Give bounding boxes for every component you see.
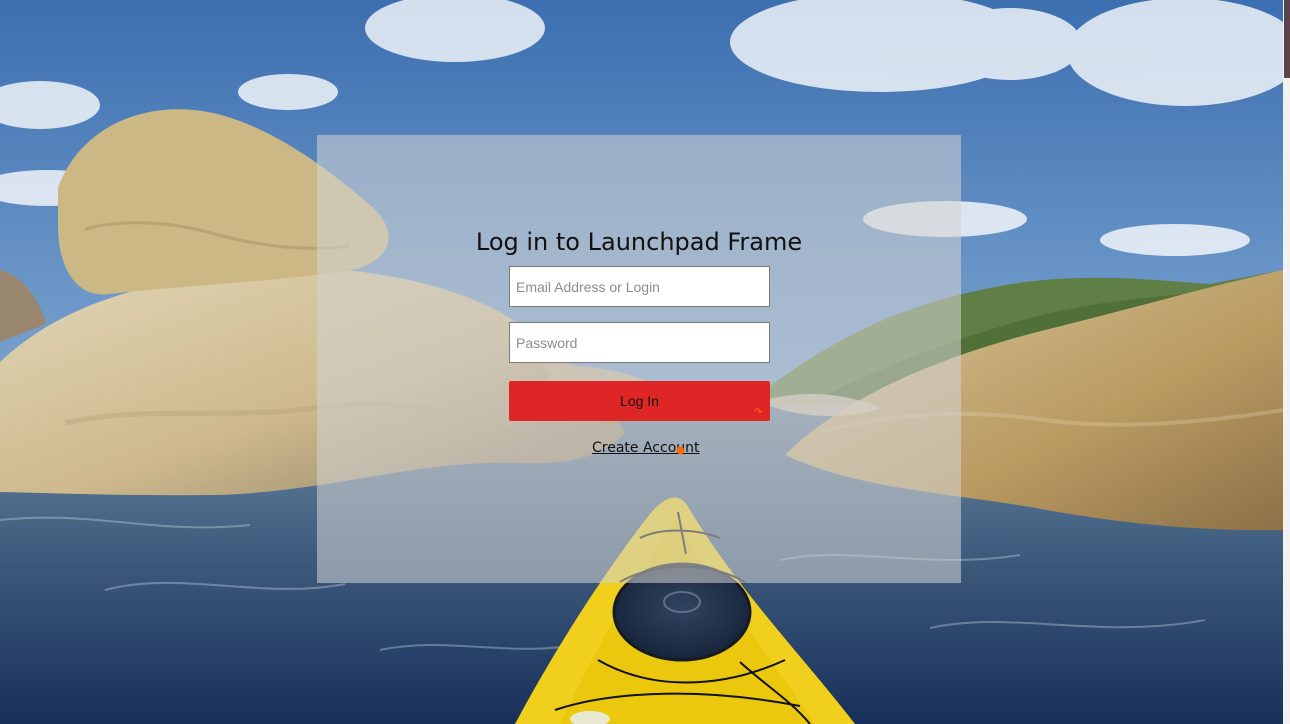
orange-cursor-dot-icon: ● (676, 445, 685, 456)
orange-cursor-mark-icon: ↷ (754, 407, 763, 418)
login-page: Log in to Launchpad Frame Log In ↷ Creat… (0, 0, 1290, 724)
page-scrollbar-thumb[interactable] (1284, 0, 1290, 78)
create-account-link[interactable]: Create Account (592, 440, 700, 456)
login-title: Log in to Launchpad Frame (475, 228, 803, 257)
password-input[interactable] (509, 322, 770, 363)
page-scrollbar[interactable] (1283, 0, 1290, 724)
log-in-button-label: Log In (620, 393, 659, 409)
login-panel: Log in to Launchpad Frame Log In ↷ Creat… (317, 135, 961, 583)
log-in-button[interactable]: Log In ↷ (509, 381, 770, 421)
email-address-or-login-input[interactable] (509, 266, 770, 307)
